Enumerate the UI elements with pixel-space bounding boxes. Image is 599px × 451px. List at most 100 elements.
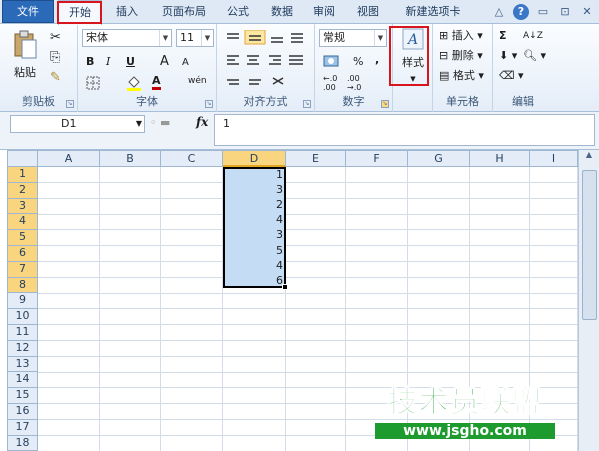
percent-button[interactable]: % bbox=[353, 54, 363, 70]
format-painter-icon[interactable]: ✎ bbox=[50, 70, 61, 86]
insert-label: 插入 bbox=[451, 29, 474, 42]
tab-view[interactable]: 视图 bbox=[350, 0, 386, 24]
increase-decimal-button[interactable]: ←.0.00 bbox=[323, 74, 337, 92]
chevron-down-icon: ▼ bbox=[410, 75, 416, 83]
column-header[interactable]: E bbox=[286, 150, 346, 167]
row-header[interactable]: 6 bbox=[7, 246, 38, 262]
comma-button[interactable]: , bbox=[375, 52, 379, 68]
grow-font-button[interactable]: A bbox=[160, 54, 169, 70]
row-header[interactable]: 10 bbox=[7, 309, 38, 325]
close-icon[interactable]: ✕ bbox=[579, 4, 595, 20]
currency-button[interactable] bbox=[323, 54, 339, 73]
italic-button[interactable]: I bbox=[106, 54, 110, 70]
scroll-up-icon[interactable]: ▲ bbox=[579, 150, 599, 159]
paste-button[interactable]: 粘贴 bbox=[10, 30, 40, 81]
column-header[interactable]: H bbox=[470, 150, 530, 167]
row-header[interactable]: 8 bbox=[7, 277, 38, 294]
tab-page-layout[interactable]: 页面布局 bbox=[154, 0, 214, 24]
cell-d3[interactable]: 2 bbox=[223, 197, 286, 212]
row-header[interactable]: 12 bbox=[7, 340, 38, 357]
tab-review[interactable]: 审阅 bbox=[306, 0, 342, 24]
cell-d5[interactable]: 3 bbox=[223, 227, 286, 242]
chevron-down-icon: ▼ bbox=[201, 30, 213, 46]
formula-input[interactable]: 1 bbox=[214, 114, 595, 146]
row-header[interactable]: 3 bbox=[7, 198, 38, 215]
row-header[interactable]: 5 bbox=[7, 230, 38, 246]
column-header[interactable]: D bbox=[223, 150, 286, 167]
delete-cells-button[interactable]: ⊟ 删除 ▾ bbox=[439, 48, 483, 64]
row-header[interactable]: 13 bbox=[7, 356, 38, 373]
tab-new-tab[interactable]: 新建选项卡 bbox=[398, 0, 468, 24]
column-header[interactable]: C bbox=[161, 150, 223, 167]
help-icon[interactable]: ? bbox=[513, 4, 529, 20]
row-header[interactable]: 2 bbox=[7, 182, 38, 199]
cell-d2[interactable]: 3 bbox=[223, 182, 286, 197]
column-header[interactable]: F bbox=[346, 150, 408, 167]
row-header[interactable]: 9 bbox=[7, 293, 38, 310]
number-launcher-icon[interactable]: ↘ bbox=[381, 100, 389, 108]
shrink-font-button[interactable]: A bbox=[182, 55, 189, 71]
tab-formulas[interactable]: 公式 bbox=[220, 0, 256, 24]
insert-function-button[interactable]: fx bbox=[196, 115, 208, 129]
alignment-launcher-icon[interactable]: ↘ bbox=[303, 100, 311, 108]
column-header[interactable]: B bbox=[100, 150, 161, 167]
decrease-decimal-button[interactable]: .00 →.0 bbox=[347, 74, 361, 92]
autosum-button[interactable]: Σ bbox=[499, 28, 507, 44]
number-format-combo[interactable]: 常规 ▼ bbox=[319, 29, 387, 47]
minimize-icon[interactable]: ▭ bbox=[535, 4, 551, 20]
find-button[interactable]: 🔍︎ ▾ bbox=[523, 48, 546, 64]
cell-d6[interactable]: 5 bbox=[223, 243, 286, 258]
copy-icon[interactable]: ⎘ bbox=[50, 50, 60, 66]
row-header[interactable]: 4 bbox=[7, 214, 38, 231]
column-header[interactable]: A bbox=[38, 150, 100, 167]
minimize-ribbon-icon[interactable]: △ bbox=[491, 4, 507, 20]
underline-button[interactable]: U bbox=[126, 54, 135, 70]
tab-data[interactable]: 数据 bbox=[264, 0, 300, 24]
chevron-down-icon: ▼ bbox=[159, 30, 171, 46]
phonetic-button[interactable]: wén bbox=[188, 73, 207, 89]
row-header[interactable]: 17 bbox=[7, 419, 38, 436]
cells-label: 单元格 bbox=[446, 95, 479, 108]
row-header[interactable]: 7 bbox=[7, 261, 38, 278]
cut-icon[interactable]: ✂ bbox=[50, 30, 61, 46]
row-header[interactable]: 14 bbox=[7, 372, 38, 389]
row-header[interactable]: 15 bbox=[7, 388, 38, 404]
row-header[interactable]: 16 bbox=[7, 404, 38, 420]
bold-button[interactable]: B bbox=[86, 54, 94, 70]
group-clipboard: 粘贴 ✂ ⎘ ✎ 剪贴板 ↘ bbox=[0, 24, 78, 112]
font-size-combo[interactable]: 11 ▼ bbox=[176, 29, 214, 47]
font-name-combo[interactable]: 宋体 ▼ bbox=[82, 29, 172, 47]
name-box[interactable]: D1 ▼ bbox=[10, 115, 145, 133]
tab-file[interactable]: 文件 bbox=[2, 0, 54, 23]
styles-icon: A bbox=[402, 28, 424, 50]
cell-d1[interactable]: 1 bbox=[223, 167, 286, 182]
insert-cells-button[interactable]: ⊞ 插入 ▾ bbox=[439, 28, 483, 44]
row-header[interactable]: 11 bbox=[7, 325, 38, 341]
row-header[interactable]: 18 bbox=[7, 435, 38, 451]
styles-button[interactable]: A 样式 ▼ bbox=[397, 28, 429, 87]
clipboard-launcher-icon[interactable]: ↘ bbox=[66, 100, 74, 108]
scroll-thumb[interactable] bbox=[582, 170, 597, 320]
select-all-button[interactable] bbox=[7, 150, 38, 167]
fill-button[interactable]: ⬇ ▾ bbox=[499, 48, 517, 64]
delete-icon: ⊟ bbox=[439, 49, 449, 62]
font-size-value: 11 bbox=[180, 31, 194, 44]
paste-label: 粘贴 bbox=[14, 66, 36, 79]
restore-icon[interactable]: ⊡ bbox=[557, 4, 573, 20]
chevron-down-icon: ▼ bbox=[374, 30, 386, 46]
font-launcher-icon[interactable]: ↘ bbox=[205, 100, 213, 108]
column-header[interactable]: G bbox=[408, 150, 470, 167]
tab-insert[interactable]: 插入 bbox=[108, 0, 146, 24]
format-cells-button[interactable]: ▤ 格式 ▾ bbox=[439, 68, 484, 84]
column-header[interactable]: I bbox=[530, 150, 578, 167]
vertical-scrollbar[interactable]: ▲ bbox=[578, 150, 599, 451]
cell-d8[interactable]: 6 bbox=[223, 273, 286, 288]
cell-d7[interactable]: 4 bbox=[223, 258, 286, 273]
font-color-button[interactable]: A bbox=[152, 74, 161, 90]
sort-filter-button[interactable]: A↓Z bbox=[523, 28, 543, 44]
cell-d4[interactable]: 4 bbox=[223, 212, 286, 227]
clear-button[interactable]: ⌫ ▾ bbox=[499, 68, 524, 84]
row-header[interactable]: 1 bbox=[7, 167, 38, 183]
font-label: 字体 bbox=[136, 95, 158, 108]
tab-home[interactable]: 开始 bbox=[58, 0, 102, 25]
